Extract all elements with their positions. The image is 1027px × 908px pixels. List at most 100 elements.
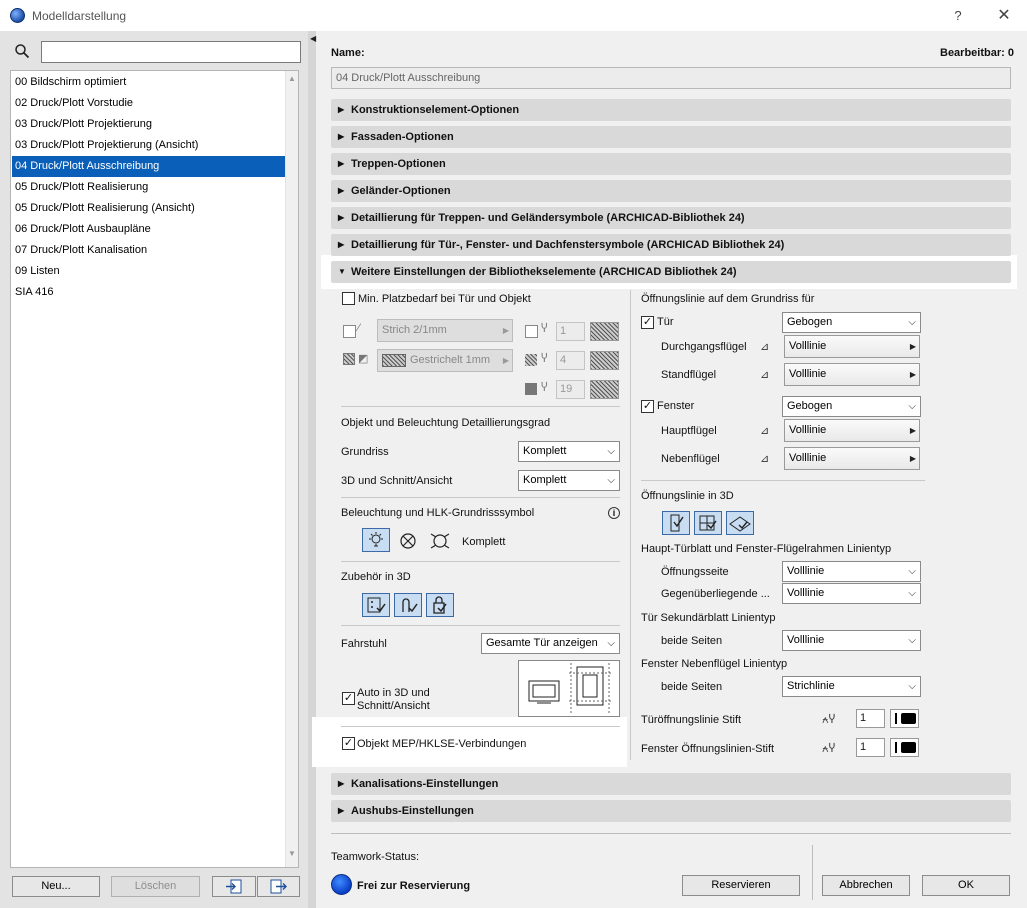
beide1-dropdown[interactable]: Volllinie ⌵ <box>782 630 921 651</box>
fill-pen-icon <box>525 354 537 366</box>
zubehoer-button-3[interactable] <box>426 593 454 617</box>
section-label: Geländer-Optionen <box>351 185 451 197</box>
list-item[interactable]: 00 Bildschirm optimiert <box>12 72 285 93</box>
footer-vdivider <box>812 845 813 900</box>
expand-arrow-icon: ▶ <box>338 213 345 222</box>
tuerstift-field[interactable]: 1 <box>856 709 885 728</box>
search-input[interactable] <box>41 41 301 63</box>
collapse-left-icon[interactable]: ◀ <box>310 34 316 43</box>
section-konstruktionselement[interactable]: ▶ Konstruktionselement-Optionen <box>331 99 1011 121</box>
list-scrollbar[interactable]: ▲ ▼ <box>285 71 298 867</box>
zubehoer-button-2[interactable] <box>394 593 422 617</box>
fahrstuhl-dropdown[interactable]: Gesamte Tür anzeigen ⌵ <box>481 633 620 654</box>
tuerstift-swatch[interactable] <box>890 709 919 728</box>
fenster-checkbox[interactable] <box>641 400 654 413</box>
oeff-seite-dropdown[interactable]: Volllinie ⌵ <box>782 561 921 582</box>
fill-tool-icon: ◩ <box>358 353 369 365</box>
oeff-seite-value: Volllinie <box>787 565 825 577</box>
popup-arrow-icon: ▶ <box>909 426 916 435</box>
list-item[interactable]: 05 Druck/Plott Realisierung <box>12 177 285 198</box>
cancel-button[interactable]: Abbrechen <box>822 875 910 896</box>
footer-divider <box>331 833 1011 834</box>
beide2-dropdown[interactable]: Strichlinie ⌵ <box>782 676 921 697</box>
name-field[interactable]: 04 Druck/Plott Ausschreibung <box>331 67 1011 89</box>
durchgang-popup[interactable]: Volllinie ▶ <box>784 335 920 358</box>
new-button[interactable]: Neu... <box>12 876 100 897</box>
section-gelaender[interactable]: ▶ Geländer-Optionen <box>331 180 1011 202</box>
hvac-symbol-icon[interactable] <box>428 530 452 552</box>
lamp-symbol-button[interactable] <box>362 528 390 552</box>
list-item[interactable]: 09 Listen <box>12 261 285 282</box>
search-icon <box>15 44 30 59</box>
delete-button[interactable]: Löschen <box>111 876 200 897</box>
fenster-dropdown[interactable]: Gebogen ⌵ <box>782 396 921 417</box>
scroll-up-icon[interactable]: ▲ <box>288 74 296 83</box>
cross-circle-icon[interactable] <box>398 531 418 551</box>
open3d-button-2[interactable] <box>694 511 722 535</box>
pen2-swatch[interactable] <box>590 351 619 370</box>
beide1-value: Volllinie <box>787 634 825 646</box>
gegen-dropdown[interactable]: Volllinie ⌵ <box>782 583 921 604</box>
auto-3d-checkbox[interactable] <box>342 692 355 705</box>
section-weitere-einstellungen[interactable]: ▼ Weitere Einstellungen der Bibliotheksel… <box>331 261 1011 283</box>
mep-checkbox[interactable] <box>342 737 355 750</box>
haupt-label: Hauptflügel <box>661 425 717 437</box>
list-item[interactable]: 02 Druck/Plott Vorstudie <box>12 93 285 114</box>
list-item[interactable]: 07 Druck/Plott Kanalisation <box>12 240 285 261</box>
panel-splitter[interactable] <box>308 31 316 908</box>
grundriss-dropdown[interactable]: Komplett ⌵ <box>518 441 620 462</box>
schnitt-dropdown[interactable]: Komplett ⌵ <box>518 470 620 491</box>
section-detail-tuer[interactable]: ▶ Detaillierung für Tür-, Fenster- und Da… <box>331 234 1011 256</box>
pen3-swatch[interactable] <box>590 380 619 399</box>
fensterstift-swatch[interactable] <box>890 738 919 757</box>
line-type-icon: ⊿ <box>760 369 770 381</box>
close-button[interactable]: ✕ <box>990 5 1018 27</box>
pen3-field[interactable]: 19 <box>556 380 585 399</box>
pen1-field[interactable]: 1 <box>556 322 585 341</box>
list-item[interactable]: 06 Druck/Plott Ausbaupläne <box>12 219 285 240</box>
tuerstift-label: Türöffnungslinie Stift <box>641 714 742 726</box>
section-aushub[interactable]: ▶ Aushubs-Einstellungen <box>331 800 1011 822</box>
pen1-swatch[interactable] <box>590 322 619 341</box>
help-button[interactable]: ? <box>944 5 972 27</box>
line-type-icon: ⊿ <box>760 425 770 437</box>
info-icon[interactable]: i <box>608 507 620 519</box>
open3d-button-1[interactable] <box>662 511 690 535</box>
list-item[interactable]: 03 Druck/Plott Projektierung (Ansicht) <box>12 135 285 156</box>
list-item-selected[interactable]: 04 Druck/Plott Ausschreibung <box>12 156 285 177</box>
export-button[interactable] <box>257 876 300 897</box>
durchgang-label: Durchgangsflügel <box>661 341 747 353</box>
section-fassaden[interactable]: ▶ Fassaden-Optionen <box>331 126 1011 148</box>
min-platz-checkbox[interactable] <box>342 292 355 305</box>
section-treppen[interactable]: ▶ Treppen-Optionen <box>331 153 1011 175</box>
import-button[interactable] <box>212 876 256 897</box>
list-item[interactable]: 03 Druck/Plott Projektierung <box>12 114 285 135</box>
fahrstuhl-value: Gesamte Tür anzeigen <box>486 637 598 649</box>
line-type-popup[interactable]: Strich 2/1mm ▶ <box>377 319 513 342</box>
list-item[interactable]: SIA 416 <box>12 282 285 303</box>
tuer-checkbox[interactable] <box>641 316 654 329</box>
open3d-button-3[interactable] <box>726 511 754 535</box>
fill-type-popup[interactable]: Gestrichelt 1mm ▶ <box>377 349 513 372</box>
pen1-checkbox[interactable] <box>525 325 538 338</box>
ok-button[interactable]: OK <box>922 875 1010 896</box>
pen2-field[interactable]: 4 <box>556 351 585 370</box>
neben-popup[interactable]: Volllinie ▶ <box>784 447 920 470</box>
line-checkbox[interactable] <box>343 325 356 338</box>
tuer-dropdown[interactable]: Gebogen ⌵ <box>782 312 921 333</box>
stand-popup[interactable]: Volllinie ▶ <box>784 363 920 386</box>
scroll-down-icon[interactable]: ▼ <box>288 849 296 858</box>
section-label: Detaillierung für Treppen- und Geländers… <box>351 212 745 224</box>
section-kanalisation[interactable]: ▶ Kanalisations-Einstellungen <box>331 773 1011 795</box>
editable-label: Bearbeitbar: 0 <box>940 47 1014 59</box>
popup-arrow-icon: ▶ <box>502 356 509 365</box>
zubehoer-button-1[interactable] <box>362 593 390 617</box>
list-item[interactable]: 05 Druck/Plott Realisierung (Ansicht) <box>12 198 285 219</box>
reserve-button[interactable]: Reservieren <box>682 875 800 896</box>
haupt-popup[interactable]: Volllinie ▶ <box>784 419 920 442</box>
expand-arrow-icon: ▶ <box>338 132 345 141</box>
fensterstift-field[interactable]: 1 <box>856 738 885 757</box>
divider <box>341 726 620 727</box>
pen-weight-icon: ⍲Ⴤ <box>822 743 836 755</box>
section-detail-treppen[interactable]: ▶ Detaillierung für Treppen- und Geländer… <box>331 207 1011 229</box>
